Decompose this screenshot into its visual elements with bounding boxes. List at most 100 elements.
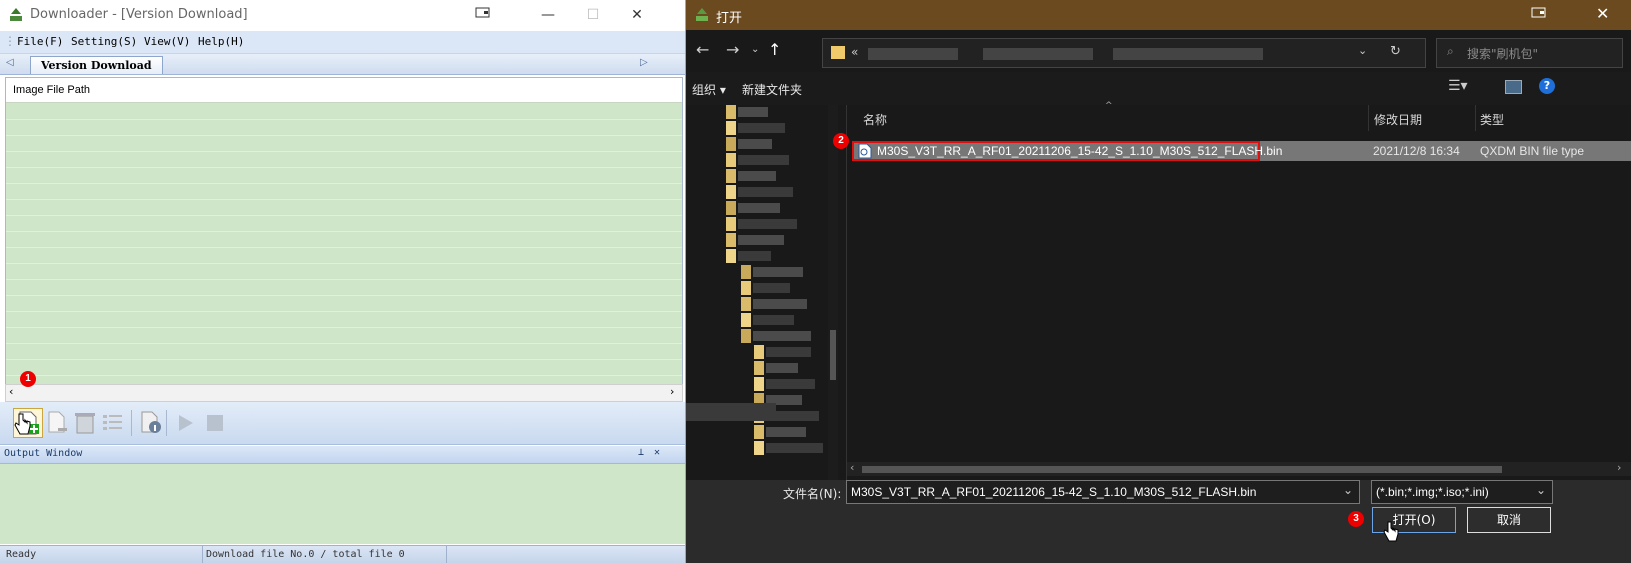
- blurred-folder-name[interactable]: [766, 443, 823, 453]
- cancel-button[interactable]: 取消: [1467, 507, 1551, 533]
- recent-dropdown-icon[interactable]: ⌄: [751, 44, 759, 55]
- forward-arrow-icon[interactable]: →: [726, 40, 739, 59]
- blurred-folder-name[interactable]: [766, 363, 798, 373]
- folder-icon: [741, 265, 751, 279]
- scroll-left-icon[interactable]: ‹: [850, 461, 854, 474]
- minimize-button[interactable]: —: [535, 5, 561, 25]
- file-list[interactable]: ^ 名称 修改日期 类型 M30S_V3T_RR_A_RF01_20211206…: [833, 101, 1631, 480]
- filename-input[interactable]: M30S_V3T_RR_A_RF01_20211206_15-42_S_1.10…: [846, 480, 1360, 504]
- preview-pane-icon[interactable]: [1505, 80, 1522, 94]
- list-settings-button[interactable]: [100, 410, 126, 436]
- up-arrow-icon[interactable]: ↑: [768, 40, 781, 59]
- close-button[interactable]: ✕: [624, 5, 650, 25]
- delete-all-button[interactable]: [72, 410, 98, 436]
- image-file-list[interactable]: Image File Path: [5, 77, 683, 399]
- blurred-folder-name[interactable]: [766, 379, 815, 389]
- pin-window-button[interactable]: [1531, 6, 1547, 23]
- blurred-folder-name[interactable]: [753, 299, 807, 309]
- pin-icon[interactable]: ⊥: [638, 447, 644, 458]
- refresh-icon[interactable]: ↻: [1390, 44, 1401, 59]
- blurred-folder-name[interactable]: [738, 171, 776, 181]
- blurred-folder-name[interactable]: [766, 347, 811, 357]
- tab-scroll-right-icon[interactable]: ▷: [640, 57, 648, 68]
- blurred-folder-name[interactable]: [738, 155, 789, 165]
- list-row: [6, 327, 682, 344]
- menu-view[interactable]: View(V): [144, 35, 190, 48]
- help-icon[interactable]: ?: [1539, 78, 1555, 94]
- dialog-title-bar: 打开 ✕: [686, 0, 1631, 30]
- close-button[interactable]: ✕: [1596, 4, 1609, 23]
- search-icon: ⌕: [1447, 44, 1454, 58]
- menu-help[interactable]: Help(H): [198, 35, 244, 48]
- list-horizontal-scrollbar[interactable]: ‹ ›: [5, 384, 683, 402]
- search-box[interactable]: ⌕ 搜索"刷机包": [1436, 38, 1623, 68]
- column-image-file-path[interactable]: Image File Path: [13, 84, 90, 96]
- blurred-folder-name[interactable]: [753, 331, 811, 341]
- selected-nav-item[interactable]: [686, 403, 776, 421]
- blurred-folder-name[interactable]: [753, 267, 803, 277]
- tab-scroll-left-icon[interactable]: ◁: [6, 57, 14, 68]
- folder-icon: [726, 121, 736, 135]
- filename-dropdown-icon[interactable]: ⌄: [1343, 483, 1353, 497]
- scroll-right-icon[interactable]: ›: [670, 385, 674, 398]
- column-name[interactable]: 名称: [863, 111, 887, 128]
- folder-icon: [754, 377, 764, 391]
- filename-value: M30S_V3T_RR_A_RF01_20211206_15-42_S_1.10…: [851, 485, 1257, 499]
- menu-file[interactable]: File(F): [17, 35, 63, 48]
- blurred-folder-name[interactable]: [738, 203, 780, 213]
- pin-window-button[interactable]: [470, 5, 496, 25]
- back-arrow-icon[interactable]: ←: [696, 40, 709, 59]
- blurred-folder-name[interactable]: [738, 187, 793, 197]
- menu-bar: ⋮ File(F) Setting(S) View(V) Help(H): [0, 31, 685, 54]
- start-button[interactable]: [172, 410, 198, 436]
- folder-icon: [726, 201, 736, 215]
- window-icon: [475, 7, 490, 18]
- view-options-icon[interactable]: ☰▾: [1448, 78, 1468, 94]
- blurred-folder-name[interactable]: [738, 219, 797, 229]
- address-dropdown-icon[interactable]: ⌄: [1358, 44, 1367, 57]
- blurred-folder-name[interactable]: [738, 139, 772, 149]
- column-date[interactable]: 修改日期: [1374, 111, 1422, 128]
- bin-file-icon: [858, 143, 872, 159]
- nav-scrollbar[interactable]: [828, 105, 838, 480]
- menu-grip-icon: ⋮: [4, 34, 16, 48]
- file-type: QXDM BIN file type: [1480, 144, 1585, 158]
- new-folder-button[interactable]: 新建文件夹: [742, 81, 802, 98]
- blurred-folder-name[interactable]: [738, 235, 784, 245]
- file-horizontal-scrollbar[interactable]: ‹ ›: [847, 461, 1631, 476]
- nav-scroll-thumb[interactable]: [830, 330, 836, 380]
- tab-version-download[interactable]: Version Download: [30, 56, 163, 74]
- blurred-folder-name[interactable]: [738, 251, 771, 261]
- menu-setting[interactable]: Setting(S): [71, 35, 137, 48]
- blurred-folder-name[interactable]: [753, 283, 790, 293]
- file-name[interactable]: M30S_V3T_RR_A_RF01_20211206_15-42_S_1.10…: [877, 144, 1282, 158]
- remove-file-button[interactable]: [44, 410, 70, 436]
- tab-bar: ◁ Version Download ▷: [0, 54, 685, 75]
- stop-button[interactable]: [202, 410, 228, 436]
- breadcrumb-overflow[interactable]: «: [851, 45, 858, 59]
- scroll-left-icon[interactable]: ‹: [9, 385, 13, 398]
- filter-dropdown-icon[interactable]: ⌄: [1536, 483, 1546, 497]
- file-row-selected[interactable]: M30S_V3T_RR_A_RF01_20211206_15-42_S_1.10…: [852, 141, 1631, 161]
- blurred-folder-name[interactable]: [738, 123, 785, 133]
- address-bar[interactable]: « ⌄ ↻: [822, 38, 1426, 68]
- blurred-folder-name[interactable]: [766, 427, 806, 437]
- file-scroll-thumb[interactable]: [862, 466, 1502, 473]
- navigation-pane[interactable]: [686, 105, 846, 480]
- remove-file-icon: [48, 411, 67, 433]
- folder-icon: [741, 297, 751, 311]
- list-row: [6, 199, 682, 216]
- trash-icon: [75, 413, 95, 434]
- scroll-right-icon[interactable]: ›: [1617, 461, 1621, 474]
- file-type-filter[interactable]: (*.bin;*.img;*.iso;*.ini) ⌄: [1371, 480, 1553, 504]
- blurred-folder-name[interactable]: [753, 315, 794, 325]
- blurred-folder-name[interactable]: [738, 107, 768, 117]
- column-type[interactable]: 类型: [1480, 111, 1504, 128]
- organize-menu[interactable]: 组织 ▾: [692, 81, 726, 98]
- maximize-button[interactable]: ☐: [580, 5, 606, 25]
- file-info-button[interactable]: [138, 410, 164, 436]
- list-row: [6, 359, 682, 376]
- folder-icon: [741, 329, 751, 343]
- close-icon[interactable]: ✕: [654, 447, 660, 458]
- blurred-path-segment: [868, 48, 958, 60]
